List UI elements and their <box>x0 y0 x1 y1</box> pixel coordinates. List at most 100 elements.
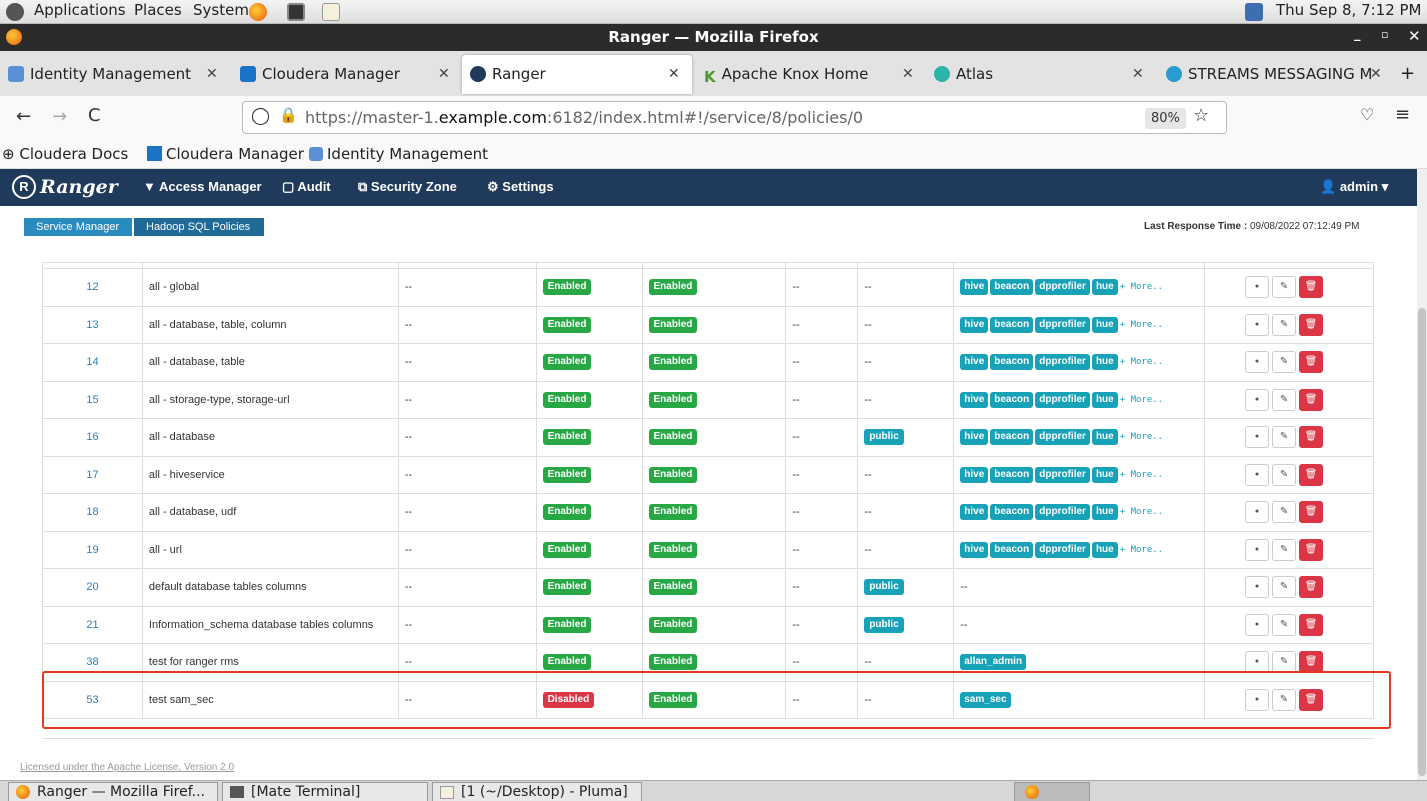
pocket-icon[interactable]: ♡ <box>1360 105 1374 124</box>
close-tab-icon[interactable]: ✕ <box>206 55 218 94</box>
forward-icon[interactable]: → <box>52 106 67 127</box>
edit-icon[interactable]: ✎ <box>1272 276 1297 299</box>
system-menu[interactable]: System <box>193 1 249 19</box>
taskbar-terminal[interactable]: [Mate Terminal] <box>222 782 428 801</box>
table-row[interactable]: 19 all - url -- Enabled Enabled -- -- hive beaco… <box>42 530 1374 569</box>
license-link[interactable]: Licensed under the Apache License, Versi… <box>20 762 234 773</box>
policy-id[interactable]: 21 <box>42 605 143 644</box>
policy-id-text[interactable]: 38 <box>86 656 98 668</box>
view-icon[interactable]: ● <box>1245 463 1270 486</box>
delete-icon[interactable]: 🗑 <box>1299 651 1324 674</box>
delete-icon[interactable]: 🗑 <box>1299 313 1324 336</box>
delete-icon[interactable]: 🗑 <box>1299 388 1324 411</box>
lock-icon[interactable]: 🔒 <box>279 106 298 124</box>
policy-id-text[interactable]: 21 <box>86 619 98 631</box>
more-users-link[interactable]: + More.. <box>1120 357 1163 367</box>
view-icon[interactable]: ● <box>1245 388 1270 411</box>
breadcrumb-hadoop-sql-policies[interactable]: Hadoop SQL Policies <box>134 218 264 236</box>
policy-id[interactable]: 13 <box>42 305 143 344</box>
edit-icon[interactable]: ✎ <box>1272 538 1297 561</box>
tab-streams-messaging[interactable]: STREAMS MESSAGING M ✕ <box>1158 55 1390 94</box>
delete-icon[interactable]: 🗑 <box>1299 426 1324 449</box>
more-users-link[interactable]: + More.. <box>1120 320 1163 330</box>
policy-id-text[interactable]: 13 <box>86 319 98 331</box>
table-row[interactable]: 20 default database tables columns -- Enabl… <box>42 568 1374 607</box>
tab-atlas[interactable]: Atlas ✕ <box>926 55 1154 94</box>
more-users-link[interactable]: + More.. <box>1120 432 1163 442</box>
reload-icon[interactable]: C <box>88 105 101 126</box>
close-tab-icon[interactable]: ✕ <box>902 55 914 94</box>
view-icon[interactable]: ● <box>1245 426 1270 449</box>
nav-access-manager[interactable]: ▼ Access Manager <box>143 179 262 194</box>
policy-id[interactable]: 17 <box>42 455 143 494</box>
nav-audit[interactable]: ▢ Audit <box>282 179 331 195</box>
user-menu[interactable]: 👤 admin ▾ <box>1320 179 1388 195</box>
bookmark-cloudera-docs[interactable]: ⊕ Cloudera Docs <box>2 145 128 163</box>
close-window-icon[interactable]: ✕ <box>1408 27 1421 45</box>
table-row[interactable]: 16 all - database -- Enabled Enabled -- public… <box>42 418 1374 457</box>
breadcrumb-service-manager[interactable]: Service Manager <box>24 218 132 236</box>
close-tab-icon[interactable]: ✕ <box>668 55 680 94</box>
policy-id[interactable]: 18 <box>42 493 143 532</box>
edit-icon[interactable]: ✎ <box>1272 576 1297 599</box>
policy-id[interactable]: 19 <box>42 530 143 569</box>
edit-icon[interactable]: ✎ <box>1272 313 1297 336</box>
delete-icon[interactable]: 🗑 <box>1299 576 1324 599</box>
nav-security-zone[interactable]: ⧉ Security Zone <box>358 179 457 195</box>
bookmark-cloudera-manager[interactable]: Cloudera Manager <box>147 145 304 163</box>
policy-id-text[interactable]: 17 <box>86 469 98 481</box>
view-icon[interactable]: ● <box>1245 651 1270 674</box>
workspace-switcher[interactable] <box>1014 782 1090 801</box>
table-row[interactable]: 13 all - database, table, column -- Enabled… <box>42 305 1374 344</box>
minimize-icon[interactable]: _ <box>1354 27 1361 42</box>
delete-icon[interactable]: 🗑 <box>1299 538 1324 561</box>
terminal-launcher-icon[interactable] <box>287 3 305 21</box>
tab-apache-knox[interactable]: K Apache Knox Home ✕ <box>696 55 922 94</box>
firefox-launcher-icon[interactable] <box>249 3 267 21</box>
policy-id-text[interactable]: 16 <box>86 431 98 443</box>
table-row[interactable]: 12 all - global -- Enabled Enabled -- -- hive be… <box>42 268 1374 307</box>
delete-icon[interactable]: 🗑 <box>1299 276 1324 299</box>
network-icon[interactable] <box>1245 3 1263 21</box>
applications-menu[interactable]: Applications <box>34 1 126 19</box>
places-menu[interactable]: Places <box>134 1 182 19</box>
close-tab-icon[interactable]: ✕ <box>1370 55 1382 94</box>
nav-settings[interactable]: ⚙ Settings <box>487 179 554 195</box>
more-users-link[interactable]: + More.. <box>1120 282 1163 292</box>
tab-identity-management[interactable]: Identity Management ✕ <box>0 55 228 94</box>
delete-icon[interactable]: 🗑 <box>1299 351 1324 374</box>
clock[interactable]: Thu Sep 8, 7:12 PM <box>1276 1 1422 19</box>
tab-cloudera-manager[interactable]: Cloudera Manager ✕ <box>232 55 458 94</box>
delete-icon[interactable]: 🗑 <box>1299 613 1324 636</box>
taskbar-firefox[interactable]: Ranger — Mozilla Firef... <box>8 782 218 801</box>
policy-id-text[interactable]: 18 <box>86 506 98 518</box>
view-icon[interactable]: ● <box>1245 613 1270 636</box>
bookmark-identity-management[interactable]: Identity Management <box>309 145 488 163</box>
more-users-link[interactable]: + More.. <box>1120 507 1163 517</box>
url-text[interactable]: https://master-1.example.com:6182/index.… <box>305 108 863 127</box>
policy-id-text[interactable]: 12 <box>86 281 98 293</box>
maximize-icon[interactable]: ▫ <box>1381 28 1388 41</box>
edit-icon[interactable]: ✎ <box>1272 351 1297 374</box>
table-row[interactable]: 18 all - database, udf -- Enabled Enabled -- -… <box>42 493 1374 532</box>
edit-icon[interactable]: ✎ <box>1272 613 1297 636</box>
edit-icon[interactable]: ✎ <box>1272 426 1297 449</box>
policy-id-text[interactable]: 15 <box>86 394 98 406</box>
table-row[interactable]: 14 all - database, table -- Enabled Enabled -… <box>42 343 1374 382</box>
text-editor-launcher-icon[interactable] <box>322 3 340 21</box>
view-icon[interactable]: ● <box>1245 501 1270 524</box>
bookmark-star-icon[interactable]: ☆ <box>1193 105 1209 126</box>
view-icon[interactable]: ● <box>1245 276 1270 299</box>
policy-id-text[interactable]: 20 <box>86 581 98 593</box>
more-users-link[interactable]: + More.. <box>1120 395 1163 405</box>
policy-id[interactable]: 20 <box>42 568 143 607</box>
scrollbar-thumb[interactable] <box>1418 308 1426 776</box>
zoom-level[interactable]: 80% <box>1145 108 1186 129</box>
table-row[interactable]: 17 all - hiveservice -- Enabled Enabled -- -- h… <box>42 455 1374 494</box>
view-icon[interactable]: ● <box>1245 351 1270 374</box>
policy-id[interactable]: 15 <box>42 380 143 419</box>
policy-id[interactable]: 16 <box>42 418 143 457</box>
view-icon[interactable]: ● <box>1245 313 1270 336</box>
taskbar-pluma[interactable]: [1 (~/Desktop) - Pluma] <box>432 782 642 801</box>
back-icon[interactable]: ← <box>16 106 31 127</box>
